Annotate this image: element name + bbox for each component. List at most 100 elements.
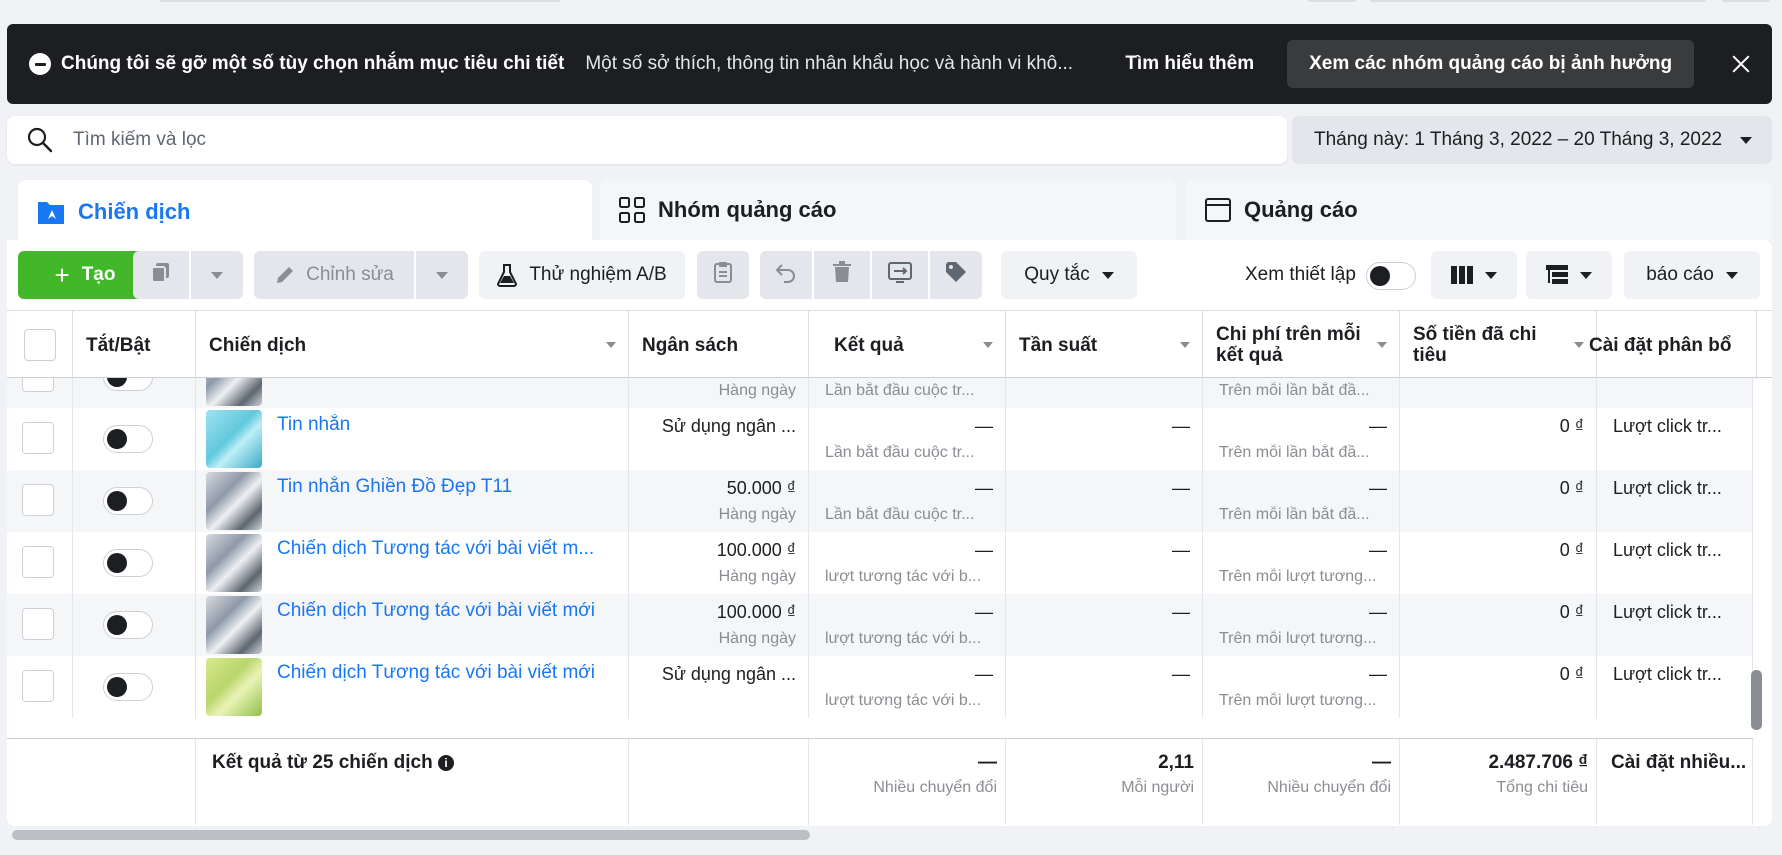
undo-icon xyxy=(774,261,798,289)
attribution-value: Lượt click tr... xyxy=(1613,540,1722,560)
row-frequency-cell: — xyxy=(1006,470,1203,532)
campaign-name-link[interactable]: Chiến dịch Tương tác với bài viết m... xyxy=(277,538,594,560)
breakdown-button[interactable] xyxy=(1526,251,1612,299)
totals-cpr-sub: Nhiều chuyển đổi xyxy=(1267,779,1391,796)
table-row[interactable]: Tin nhắn Sử dụng ngân ... — Lần bắt đầu c… xyxy=(7,408,1753,470)
row-checkbox[interactable] xyxy=(22,378,54,392)
table-row[interactable]: Chiến dịch Tương tác với bài viết mới Sử… xyxy=(7,656,1753,718)
reports-label: báo cáo xyxy=(1646,264,1714,285)
campaign-folder-icon xyxy=(36,198,66,226)
preview-button[interactable] xyxy=(872,251,928,299)
campaign-name-link[interactable]: Tin nhắn Ghiền Đồ Đẹp T11 xyxy=(277,476,512,498)
view-setup-toggle[interactable] xyxy=(1366,262,1416,290)
search-bar[interactable] xyxy=(7,116,1287,164)
table-row[interactable]: Hàng ngày Lần bắt đầu cuộc tr... Trên mỗ… xyxy=(7,378,1753,408)
row-checkbox[interactable] xyxy=(22,546,54,578)
rules-button[interactable]: Quy tắc xyxy=(1001,251,1137,299)
view-affected-adsets-button[interactable]: Xem các nhóm quảng cáo bị ảnh hưởng xyxy=(1287,40,1695,88)
top-ghost-control xyxy=(160,0,560,2)
top-ghost-button xyxy=(1722,0,1770,2)
delete-button[interactable] xyxy=(814,251,870,299)
row-campaign-cell: Chiến dịch Tương tác với bài viết m... xyxy=(196,532,629,594)
cpr-sub: Trên mỗi lần bắt đầ... xyxy=(1219,444,1370,461)
create-button[interactable]: + Tạo xyxy=(18,251,152,299)
campaign-toggle[interactable] xyxy=(103,673,153,701)
campaign-name-link[interactable]: Tin nhắn xyxy=(277,414,350,436)
date-range-picker[interactable]: Tháng này: 1 Tháng 3, 2022 – 20 Tháng 3,… xyxy=(1292,116,1772,164)
row-results-cell: — Lần bắt đầu cuộc tr... xyxy=(809,470,1006,532)
tab-campaigns[interactable]: Chiến dịch xyxy=(18,180,592,244)
attribution-value: Lượt click tr... xyxy=(1613,416,1722,436)
cpr-sub: Trên mỗi lần bắt đầ... xyxy=(1219,382,1370,399)
header-attribution[interactable]: Cài đặt phân bổ xyxy=(1589,311,1757,379)
header-budget[interactable]: Ngân sách xyxy=(629,311,809,379)
campaign-name-link[interactable]: Chiến dịch Tương tác với bài viết mới xyxy=(277,600,595,622)
row-select-cell xyxy=(7,378,73,408)
header-amount-spent[interactable]: Số tiền đã chi tiêu xyxy=(1400,311,1597,379)
columns-button[interactable] xyxy=(1431,251,1517,299)
row-toggle-cell xyxy=(73,470,196,532)
campaign-toggle[interactable] xyxy=(103,549,153,577)
info-icon[interactable]: i xyxy=(437,755,454,771)
duplicate-dropdown-button[interactable] xyxy=(191,251,243,299)
results-value: — xyxy=(975,664,993,684)
undo-button[interactable] xyxy=(760,251,812,299)
ab-test-button[interactable]: Thử nghiệm A/B xyxy=(479,251,685,299)
clipboard-button[interactable] xyxy=(697,251,749,299)
totals-frequency-value: 2,11 xyxy=(1158,752,1194,773)
row-attribution-cell: Lượt click tr... xyxy=(1597,470,1753,532)
table-row[interactable]: Chiến dịch Tương tác với bài viết mới 10… xyxy=(7,594,1753,656)
plus-icon: + xyxy=(54,259,70,290)
row-checkbox[interactable] xyxy=(22,608,54,640)
ab-test-label: Thử nghiệm A/B xyxy=(529,264,667,285)
edit-dropdown-button[interactable] xyxy=(416,251,468,299)
campaign-name-link[interactable]: Chiến dịch Tương tác với bài viết mới xyxy=(277,662,595,684)
totals-results-cell: — Nhiều chuyển đổi xyxy=(809,739,1006,825)
vertical-scrollbar[interactable] xyxy=(1751,670,1762,730)
header-cost-per-result[interactable]: Chi phí trên mỗi kết quả xyxy=(1203,311,1400,379)
totals-frequency-cell: 2,11 Mỗi người xyxy=(1006,739,1203,825)
tab-campaigns-label: Chiến dịch xyxy=(78,199,191,224)
row-frequency-cell: — xyxy=(1006,408,1203,470)
row-cpr-cell: Trên mỗi lần bắt đầ... xyxy=(1203,378,1400,408)
banner-text: Một số sở thích, thông tin nhân khẩu học… xyxy=(585,53,1074,74)
horizontal-scrollbar[interactable] xyxy=(12,830,810,840)
duplicate-button[interactable] xyxy=(133,251,189,299)
learn-more-link[interactable]: Tìm hiểu thêm xyxy=(1125,53,1254,75)
chevron-down-icon xyxy=(1740,136,1753,144)
edit-button[interactable]: Chỉnh sửa xyxy=(254,251,414,299)
header-campaign[interactable]: Chiến dịch xyxy=(196,311,629,379)
row-checkbox[interactable] xyxy=(22,422,54,454)
row-toggle-cell xyxy=(73,656,196,718)
sort-icon xyxy=(1574,342,1584,348)
row-checkbox[interactable] xyxy=(22,670,54,702)
header-budget-label: Ngân sách xyxy=(642,334,739,356)
row-checkbox[interactable] xyxy=(22,484,54,516)
tag-button[interactable] xyxy=(930,251,982,299)
cpr-sub: Trên mỗi lần bắt đầ... xyxy=(1219,506,1370,523)
campaign-toggle[interactable] xyxy=(103,378,153,391)
campaign-toggle[interactable] xyxy=(103,487,153,515)
row-budget-cell: 100.000 ₫ Hàng ngày xyxy=(629,532,809,594)
header-results[interactable]: Kết quả xyxy=(809,311,1006,379)
campaign-toggle[interactable] xyxy=(103,611,153,639)
campaign-toggle[interactable] xyxy=(103,425,153,453)
totals-results-sub: Nhiều chuyển đổi xyxy=(873,779,997,796)
table-row[interactable]: Chiến dịch Tương tác với bài viết m... 1… xyxy=(7,532,1753,594)
frequency-value: — xyxy=(1172,540,1190,560)
budget-value: 100.000 ₫ xyxy=(716,602,796,622)
row-spent-cell: 0 ₫ xyxy=(1400,594,1597,656)
results-value: — xyxy=(975,478,993,498)
results-sub: lượt tương tác với b... xyxy=(825,630,982,647)
close-icon[interactable] xyxy=(1726,49,1756,79)
reports-button[interactable]: báo cáo xyxy=(1624,251,1760,299)
select-all-checkbox[interactable] xyxy=(23,329,56,361)
search-input[interactable] xyxy=(73,129,1173,151)
table-row[interactable]: Tin nhắn Ghiền Đồ Đẹp T11 50.000 ₫ Hàng n… xyxy=(7,470,1753,532)
header-frequency-label: Tần suất xyxy=(1019,334,1098,356)
results-sub: Lần bắt đầu cuộc tr... xyxy=(825,506,975,523)
tab-ads[interactable]: Quảng cáo xyxy=(1186,180,1772,240)
results-sub: Lần bắt đầu cuộc tr... xyxy=(825,382,975,399)
header-frequency[interactable]: Tần suất xyxy=(1006,311,1203,379)
tab-adsets[interactable]: Nhóm quảng cáo xyxy=(600,180,1176,240)
